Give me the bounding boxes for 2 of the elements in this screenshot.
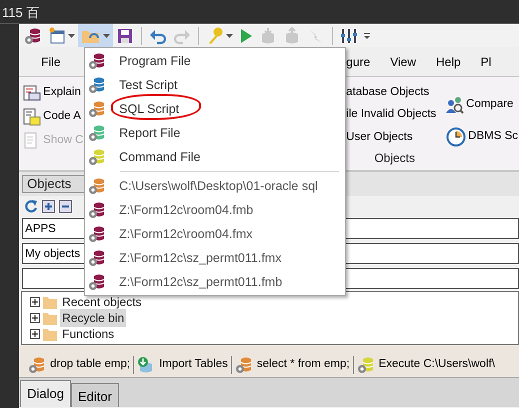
group-label: Objects — [373, 150, 416, 168]
window-title: 115 百 — [2, 5, 40, 20]
